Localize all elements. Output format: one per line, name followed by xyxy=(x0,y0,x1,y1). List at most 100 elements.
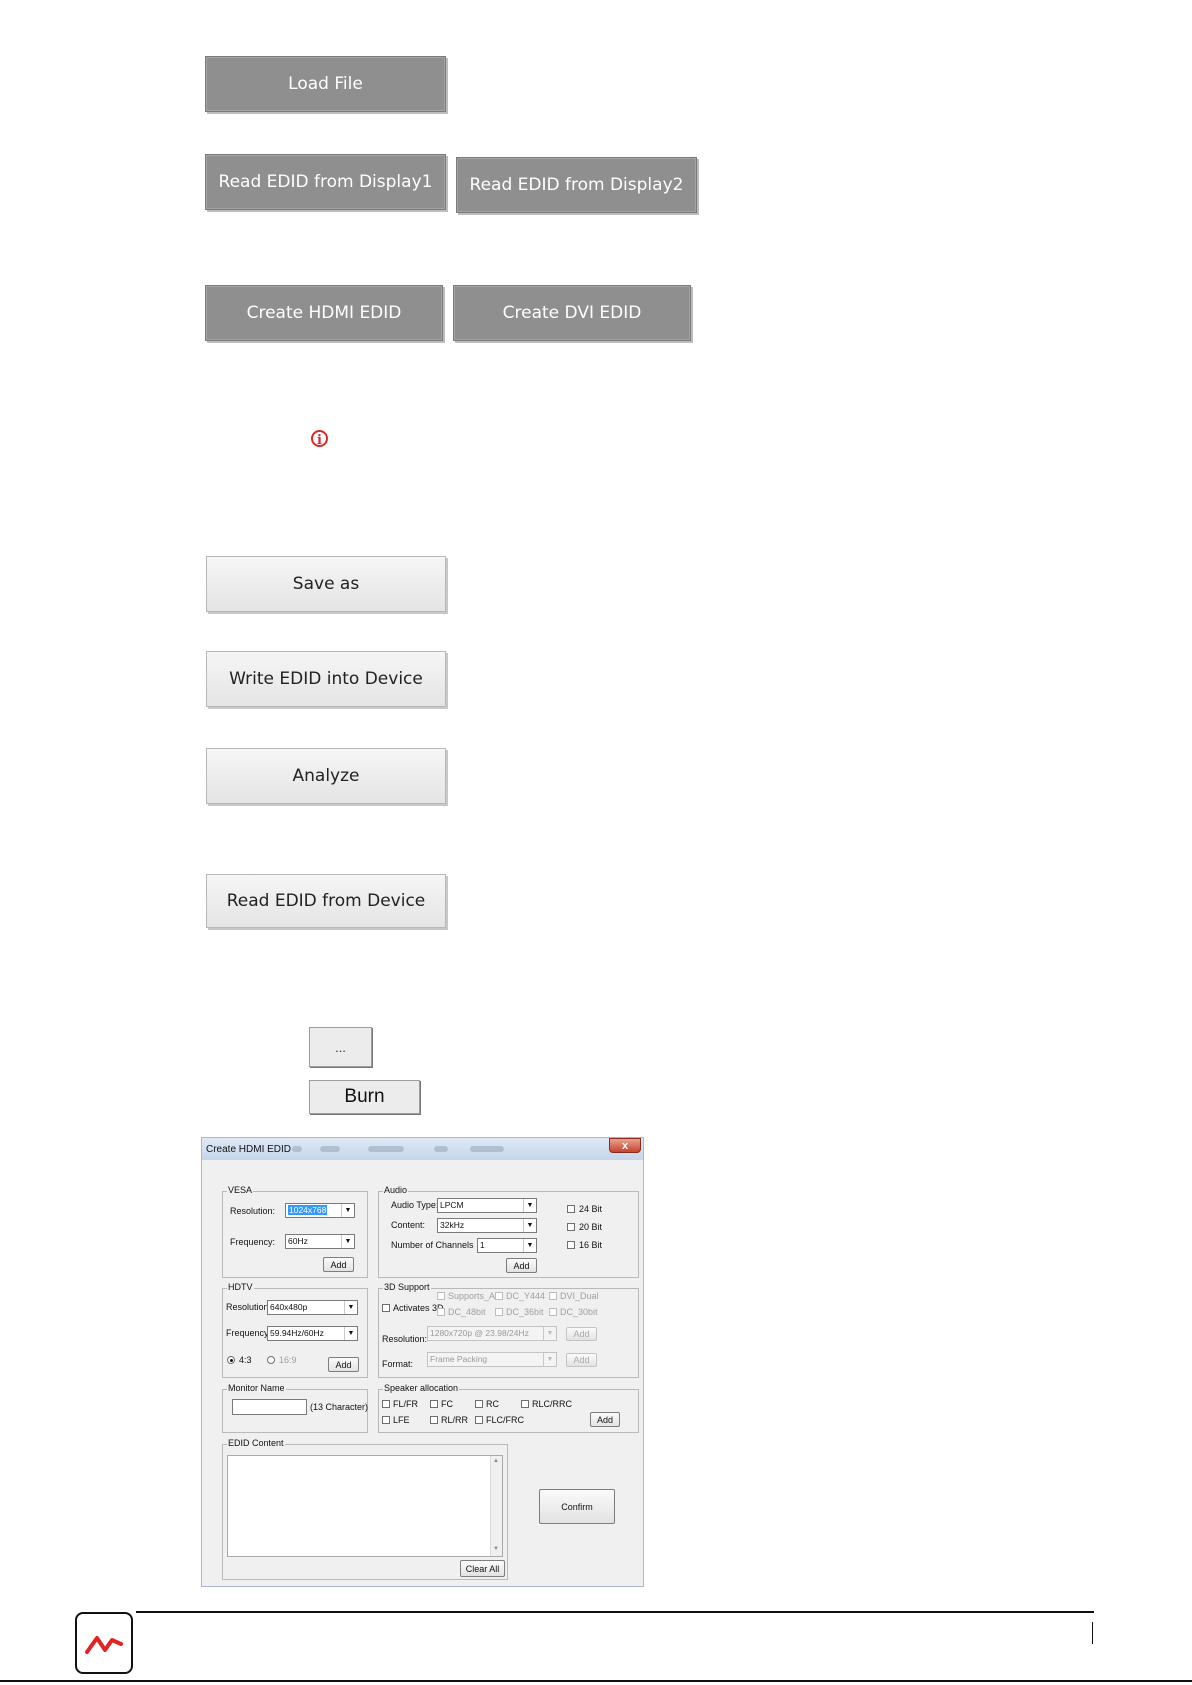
audio-type-select[interactable]: LPCM ▼ xyxy=(437,1198,537,1213)
vesa-frequency-label: Frequency: xyxy=(230,1237,276,1247)
chevron-down-icon: ▼ xyxy=(523,1219,536,1232)
blurred-menu xyxy=(434,1146,448,1152)
ratio-16-9-radio[interactable] xyxy=(267,1356,275,1364)
edid-content-scrollbar[interactable]: ▲ ▼ xyxy=(490,1456,502,1556)
dialog-title: Create HDMI EDID xyxy=(206,1144,292,1155)
dc-y444-checkbox[interactable] xyxy=(495,1292,503,1300)
supports-ai-label: Supports_AI xyxy=(448,1291,498,1301)
ratio-16-9-label: 16:9 xyxy=(279,1355,297,1365)
hdtv-resolution-value: 640x480p xyxy=(270,1302,308,1312)
rlc-rrc-checkbox[interactable] xyxy=(521,1400,529,1408)
hdtv-frequency-select[interactable]: 59.94Hz/60Hz ▼ xyxy=(267,1326,358,1341)
create-hdmi-edid-dialog: Create HDMI EDID x VESA Resolution: 1024… xyxy=(201,1137,644,1587)
3d-resolution-add-button[interactable]: Add xyxy=(566,1327,597,1341)
dc-48bit-checkbox[interactable] xyxy=(437,1308,445,1316)
audio-legend: Audio xyxy=(383,1185,409,1195)
confirm-button[interactable]: Confirm xyxy=(539,1489,615,1524)
chevron-down-icon: ▼ xyxy=(341,1204,354,1217)
hdtv-frequency-label: Frequency: xyxy=(226,1328,272,1338)
load-file-button[interactable]: Load File xyxy=(205,56,446,112)
hdtv-resolution-label: Resolution: xyxy=(226,1302,272,1312)
chevron-down-icon: ▼ xyxy=(523,1239,536,1252)
dc-36bit-checkbox[interactable] xyxy=(495,1308,503,1316)
read-edid-from-device-button[interactable]: Read EDID from Device xyxy=(206,874,446,928)
info-icon: i xyxy=(311,430,328,448)
footer-page-separator xyxy=(1092,1622,1093,1644)
3d-resolution-select[interactable]: 1280x720p @ 23.98/24Hz ▼ xyxy=(427,1326,557,1341)
3d-resolution-value: 1280x720p @ 23.98/24Hz xyxy=(430,1328,529,1338)
dc-30bit-label: DC_30bit xyxy=(560,1307,598,1317)
scroll-up-icon[interactable]: ▲ xyxy=(493,1458,499,1464)
monitor-name-input[interactable] xyxy=(232,1399,307,1415)
analyze-button[interactable]: Analyze xyxy=(206,748,446,804)
lfe-checkbox[interactable] xyxy=(382,1416,390,1424)
audio-type-value: LPCM xyxy=(440,1200,464,1210)
fc-label: FC xyxy=(441,1399,453,1409)
audio-channels-select[interactable]: 1 ▼ xyxy=(477,1238,537,1253)
audio-content-select[interactable]: 32kHz ▼ xyxy=(437,1218,537,1233)
flc-frc-checkbox[interactable] xyxy=(475,1416,483,1424)
browse-button[interactable]: ... xyxy=(309,1027,372,1067)
dvi-dual-checkbox[interactable] xyxy=(549,1292,557,1300)
edid-content-textarea[interactable]: ▲ ▼ xyxy=(227,1455,503,1557)
blurred-menu xyxy=(320,1146,340,1152)
monitor-name-group: Monitor Name (13 Character) xyxy=(222,1383,369,1433)
close-icon[interactable]: x xyxy=(609,1138,641,1153)
speaker-add-button[interactable]: Add xyxy=(590,1412,620,1427)
blurred-menu xyxy=(368,1146,404,1152)
ratio-4-3-radio[interactable] xyxy=(227,1356,235,1364)
audio-type-label: Audio Type: xyxy=(391,1200,439,1210)
chevron-down-icon: ▼ xyxy=(344,1301,357,1314)
rl-rr-checkbox[interactable] xyxy=(430,1416,438,1424)
bit16-label: 16 Bit xyxy=(579,1240,603,1250)
bit24-label: 24 Bit xyxy=(579,1204,603,1214)
vesa-resolution-select[interactable]: 1024x768 ▼ xyxy=(285,1203,355,1218)
supports-ai-checkbox[interactable] xyxy=(437,1292,445,1300)
create-dvi-edid-button[interactable]: Create DVI EDID xyxy=(453,285,691,341)
write-edid-into-device-button[interactable]: Write EDID into Device xyxy=(206,651,446,707)
hdtv-legend: HDTV xyxy=(227,1282,254,1292)
rl-rr-label: RL/RR xyxy=(441,1415,469,1425)
hdtv-group: HDTV Resolution: 640x480p ▼ Frequency: 5… xyxy=(222,1282,368,1378)
3d-format-select[interactable]: Frame Packing ▼ xyxy=(427,1352,557,1367)
fl-fr-label: FL/FR xyxy=(393,1399,419,1409)
rc-label: RC xyxy=(486,1399,499,1409)
read-edid-display1-button[interactable]: Read EDID from Display1 xyxy=(205,154,446,210)
blurred-menu xyxy=(292,1146,302,1152)
bit24-checkbox[interactable] xyxy=(567,1205,575,1213)
chevron-down-icon: ▼ xyxy=(543,1327,556,1340)
burn-button[interactable]: Burn xyxy=(309,1080,420,1114)
fc-checkbox[interactable] xyxy=(430,1400,438,1408)
vesa-frequency-select[interactable]: 60Hz ▼ xyxy=(285,1234,355,1249)
bit20-checkbox[interactable] xyxy=(567,1223,575,1231)
bit16-checkbox[interactable] xyxy=(567,1241,575,1249)
clear-all-button[interactable]: Clear All xyxy=(460,1560,505,1577)
3d-format-add-button[interactable]: Add xyxy=(566,1353,597,1367)
monitor-name-hint: (13 Character) xyxy=(310,1402,369,1412)
audio-content-label: Content: xyxy=(391,1220,426,1230)
vesa-legend: VESA xyxy=(227,1185,254,1195)
dc-36bit-label: DC_36bit xyxy=(506,1307,544,1317)
dc-48bit-label: DC_48bit xyxy=(448,1307,486,1317)
audio-channels-value: 1 xyxy=(480,1240,485,1250)
chevron-down-icon: ▼ xyxy=(341,1235,354,1248)
audio-group: Audio Audio Type: LPCM ▼ Content: 32kHz … xyxy=(378,1185,639,1278)
read-edid-display2-button[interactable]: Read EDID from Display2 xyxy=(456,157,697,213)
hdtv-add-button[interactable]: Add xyxy=(328,1357,359,1372)
chevron-down-icon: ▼ xyxy=(523,1199,536,1212)
rc-checkbox[interactable] xyxy=(475,1400,483,1408)
chevron-down-icon: ▼ xyxy=(344,1327,357,1340)
save-as-button[interactable]: Save as xyxy=(206,556,446,612)
hdtv-resolution-select[interactable]: 640x480p ▼ xyxy=(267,1300,358,1315)
activates-3d-label: Activates 3D xyxy=(393,1303,444,1313)
3d-resolution-label: Resolution: xyxy=(382,1334,428,1344)
scroll-down-icon[interactable]: ▼ xyxy=(493,1546,499,1552)
fl-fr-checkbox[interactable] xyxy=(382,1400,390,1408)
audio-add-button[interactable]: Add xyxy=(506,1258,537,1273)
vesa-add-button[interactable]: Add xyxy=(323,1257,354,1272)
dc-30bit-checkbox[interactable] xyxy=(549,1308,557,1316)
chevron-down-icon: ▼ xyxy=(543,1353,556,1366)
create-hdmi-edid-button[interactable]: Create HDMI EDID xyxy=(205,285,443,341)
edid-content-legend: EDID Content xyxy=(227,1438,285,1448)
activates-3d-checkbox[interactable] xyxy=(382,1304,390,1312)
